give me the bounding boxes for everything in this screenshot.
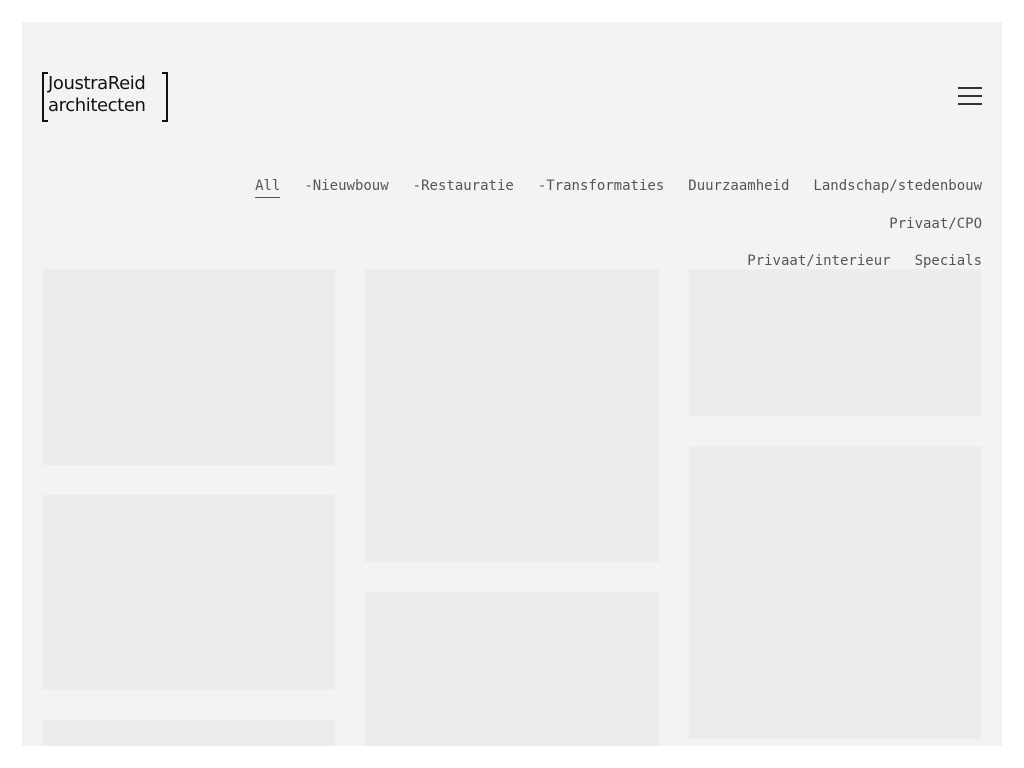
menu-bar-bottom bbox=[958, 103, 982, 105]
filter-transformaties[interactable]: -Transformaties bbox=[538, 175, 664, 197]
filter-nieuwbouw[interactable]: -Nieuwbouw bbox=[304, 175, 388, 197]
project-tile[interactable] bbox=[42, 720, 335, 746]
filter-privaat-cpo[interactable]: Privaat/CPO bbox=[889, 213, 982, 235]
menu-bar-top bbox=[958, 87, 982, 89]
project-tile[interactable] bbox=[42, 269, 335, 465]
hamburger-menu-icon[interactable] bbox=[958, 86, 982, 106]
project-tile[interactable] bbox=[689, 269, 982, 416]
logo-line-2: architecten bbox=[48, 95, 146, 116]
project-tile[interactable] bbox=[365, 269, 659, 562]
filter-all[interactable]: All bbox=[255, 175, 281, 198]
page-frame: JoustraReid architecten All -Nieuwbouw -Re… bbox=[22, 22, 1002, 746]
menu-bar-middle bbox=[958, 95, 982, 97]
filter-duurzaamheid[interactable]: Duurzaamheid bbox=[688, 175, 789, 197]
project-tile[interactable] bbox=[365, 592, 659, 746]
category-filter-bar: All -Nieuwbouw -Restauratie -Transformaties… bbox=[122, 170, 982, 282]
logo-right-bracket bbox=[162, 72, 168, 122]
filter-restauratie[interactable]: -Restauratie bbox=[413, 175, 514, 197]
brand-logo[interactable]: JoustraReid architecten bbox=[42, 72, 168, 122]
project-tile[interactable] bbox=[689, 446, 982, 739]
filter-landschap-stedenbouw[interactable]: Landschap/stedenbouw bbox=[813, 175, 982, 197]
project-tile[interactable] bbox=[42, 495, 335, 690]
logo-line-1: JoustraReid bbox=[48, 73, 146, 94]
